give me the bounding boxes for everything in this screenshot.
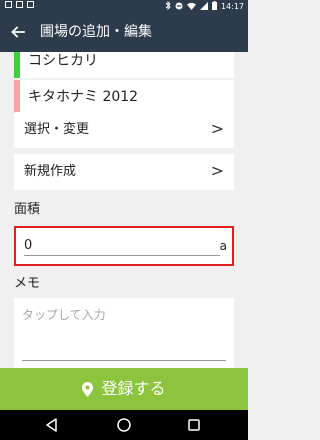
memo-input[interactable] — [22, 306, 222, 358]
form-content[interactable]: コシヒカリ キタホナミ 2012 選択・変更 > 新規作成 > 面積 a メモ — [0, 52, 248, 368]
crop-name: コシヒカリ — [28, 53, 98, 69]
recents-square-icon — [188, 419, 200, 431]
notification-icon — [5, 1, 12, 8]
create-new-button[interactable]: 新規作成 > — [14, 154, 234, 190]
crop-name: キタホナミ 2012 — [28, 89, 139, 105]
status-bar: 14:17 — [0, 0, 248, 12]
system-back-button[interactable] — [44, 417, 60, 433]
back-button[interactable] — [6, 20, 30, 44]
battery-icon — [211, 1, 217, 12]
notification-icon — [16, 1, 23, 8]
select-change-button[interactable]: 選択・変更 > — [14, 112, 234, 148]
location-pin-icon — [82, 381, 94, 397]
signal-icon — [199, 1, 208, 12]
back-triangle-icon — [46, 418, 57, 432]
arrow-left-icon — [11, 26, 25, 38]
status-right-icons: 14:17 — [165, 0, 244, 12]
status-time: 14:17 — [220, 1, 244, 11]
create-new-label: 新規作成 — [24, 164, 77, 179]
crop-item[interactable]: コシヒカリ — [14, 52, 234, 78]
area-label: 面積 — [14, 202, 41, 217]
memo-underline — [22, 360, 226, 361]
system-nav-bar — [0, 410, 248, 440]
area-input[interactable] — [24, 236, 220, 256]
notification-icon — [27, 1, 34, 8]
area-unit: a — [219, 239, 227, 253]
status-left-icons — [5, 1, 34, 8]
chevron-right-icon: > — [210, 119, 224, 138]
register-button[interactable]: 登録する — [0, 368, 248, 410]
memo-field-box — [14, 298, 234, 368]
system-home-button[interactable] — [116, 417, 132, 433]
crop-item[interactable]: キタホナミ 2012 — [14, 80, 234, 114]
select-change-label: 選択・変更 — [24, 122, 90, 137]
home-circle-icon — [117, 418, 131, 432]
do-not-disturb-icon — [175, 2, 183, 12]
system-recents-button[interactable] — [186, 417, 202, 433]
bluetooth-icon — [165, 0, 171, 12]
app-bar: 圃場の追加・編集 — [0, 12, 248, 52]
page-title: 圃場の追加・編集 — [40, 24, 152, 40]
chevron-right-icon: > — [210, 161, 224, 180]
register-label: 登録する — [101, 379, 166, 398]
memo-label: メモ — [14, 276, 41, 291]
crop-color-bar — [14, 80, 20, 114]
wifi-icon — [186, 2, 196, 12]
crop-color-bar — [14, 52, 20, 78]
area-field-box: a — [14, 226, 234, 266]
